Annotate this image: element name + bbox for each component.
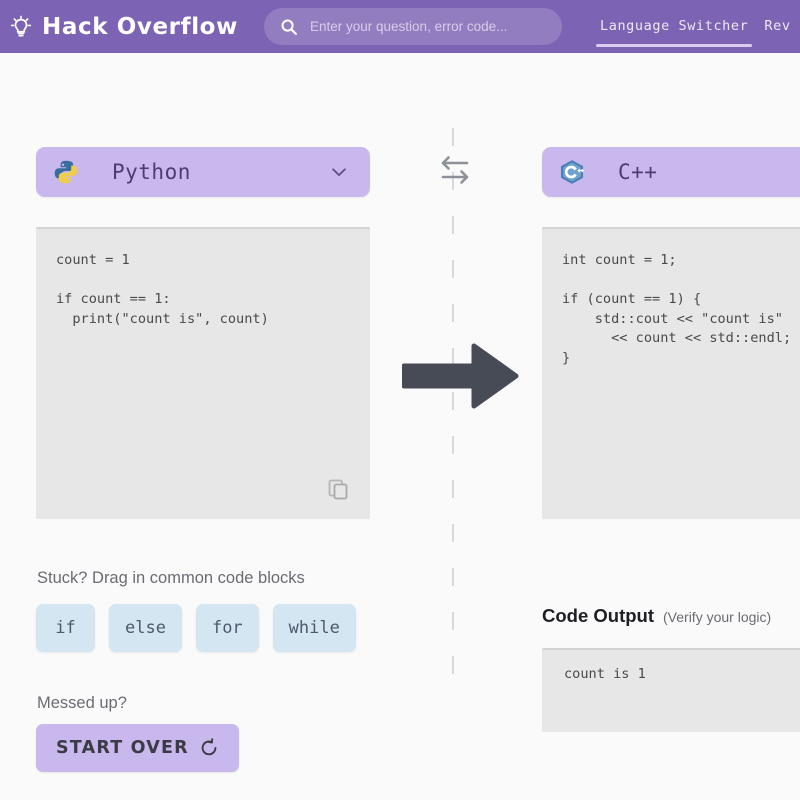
brand-name: Hack Overflow	[42, 13, 238, 40]
nav-item-review[interactable]: Rev	[756, 0, 798, 53]
rotate-ccw-icon	[201, 738, 217, 756]
source-code-box[interactable]: count = 1 if count == 1: print("count is…	[36, 227, 370, 519]
output-box: count is 1	[542, 648, 800, 732]
swap-arrows-icon[interactable]	[434, 152, 476, 190]
target-language-label: C++	[618, 160, 658, 184]
reset-hint: Messed up?	[37, 694, 127, 712]
chevron-down-icon[interactable]	[328, 161, 350, 183]
code-block-chips: if else for while	[36, 604, 356, 652]
code-block-chip-while[interactable]: while	[272, 604, 356, 652]
output-title: Code Output	[542, 605, 655, 626]
code-block-chip-for[interactable]: for	[195, 604, 259, 652]
source-panel: Python count = 1 if count == 1: print("c…	[36, 147, 370, 519]
source-code-text: count = 1 if count == 1: print("count is…	[56, 252, 269, 327]
search-input[interactable]	[310, 19, 562, 34]
header-nav: Language Switcher Rev	[592, 0, 799, 53]
code-block-chip-else[interactable]: else	[109, 604, 182, 652]
cplusplus-logo-icon	[560, 160, 584, 184]
search-icon	[281, 19, 297, 35]
code-block-chip-if[interactable]: if	[36, 604, 95, 652]
nav-item-language-switcher[interactable]: Language Switcher	[592, 0, 756, 53]
drag-blocks-hint: Stuck? Drag in common code blocks	[37, 569, 305, 587]
python-logo-icon	[54, 160, 78, 184]
search-bar[interactable]	[264, 8, 562, 45]
target-code-box[interactable]: int count = 1; if (count == 1) { std::co…	[542, 227, 800, 519]
app-header: Hack Overflow Language Switcher Rev	[0, 0, 800, 53]
start-over-button[interactable]: START OVER	[36, 724, 239, 772]
target-language-dropdown[interactable]: C++	[542, 147, 800, 197]
brand[interactable]: Hack Overflow	[8, 14, 238, 40]
lightbulb-icon	[10, 15, 32, 37]
output-subtitle: (Verify your logic)	[663, 609, 772, 625]
target-panel: C++ int count = 1; if (count == 1) { std…	[542, 147, 800, 519]
panel-divider	[452, 128, 454, 700]
copy-icon[interactable]	[326, 477, 350, 501]
arrow-right-icon	[402, 343, 519, 409]
source-language-dropdown[interactable]: Python	[36, 147, 370, 197]
start-over-label: START OVER	[56, 738, 189, 758]
output-text: count is 1	[564, 666, 646, 682]
output-header: Code Output (Verify your logic)	[542, 605, 771, 627]
target-code-text: int count = 1; if (count == 1) { std::co…	[562, 252, 792, 366]
source-language-label: Python	[112, 160, 191, 184]
